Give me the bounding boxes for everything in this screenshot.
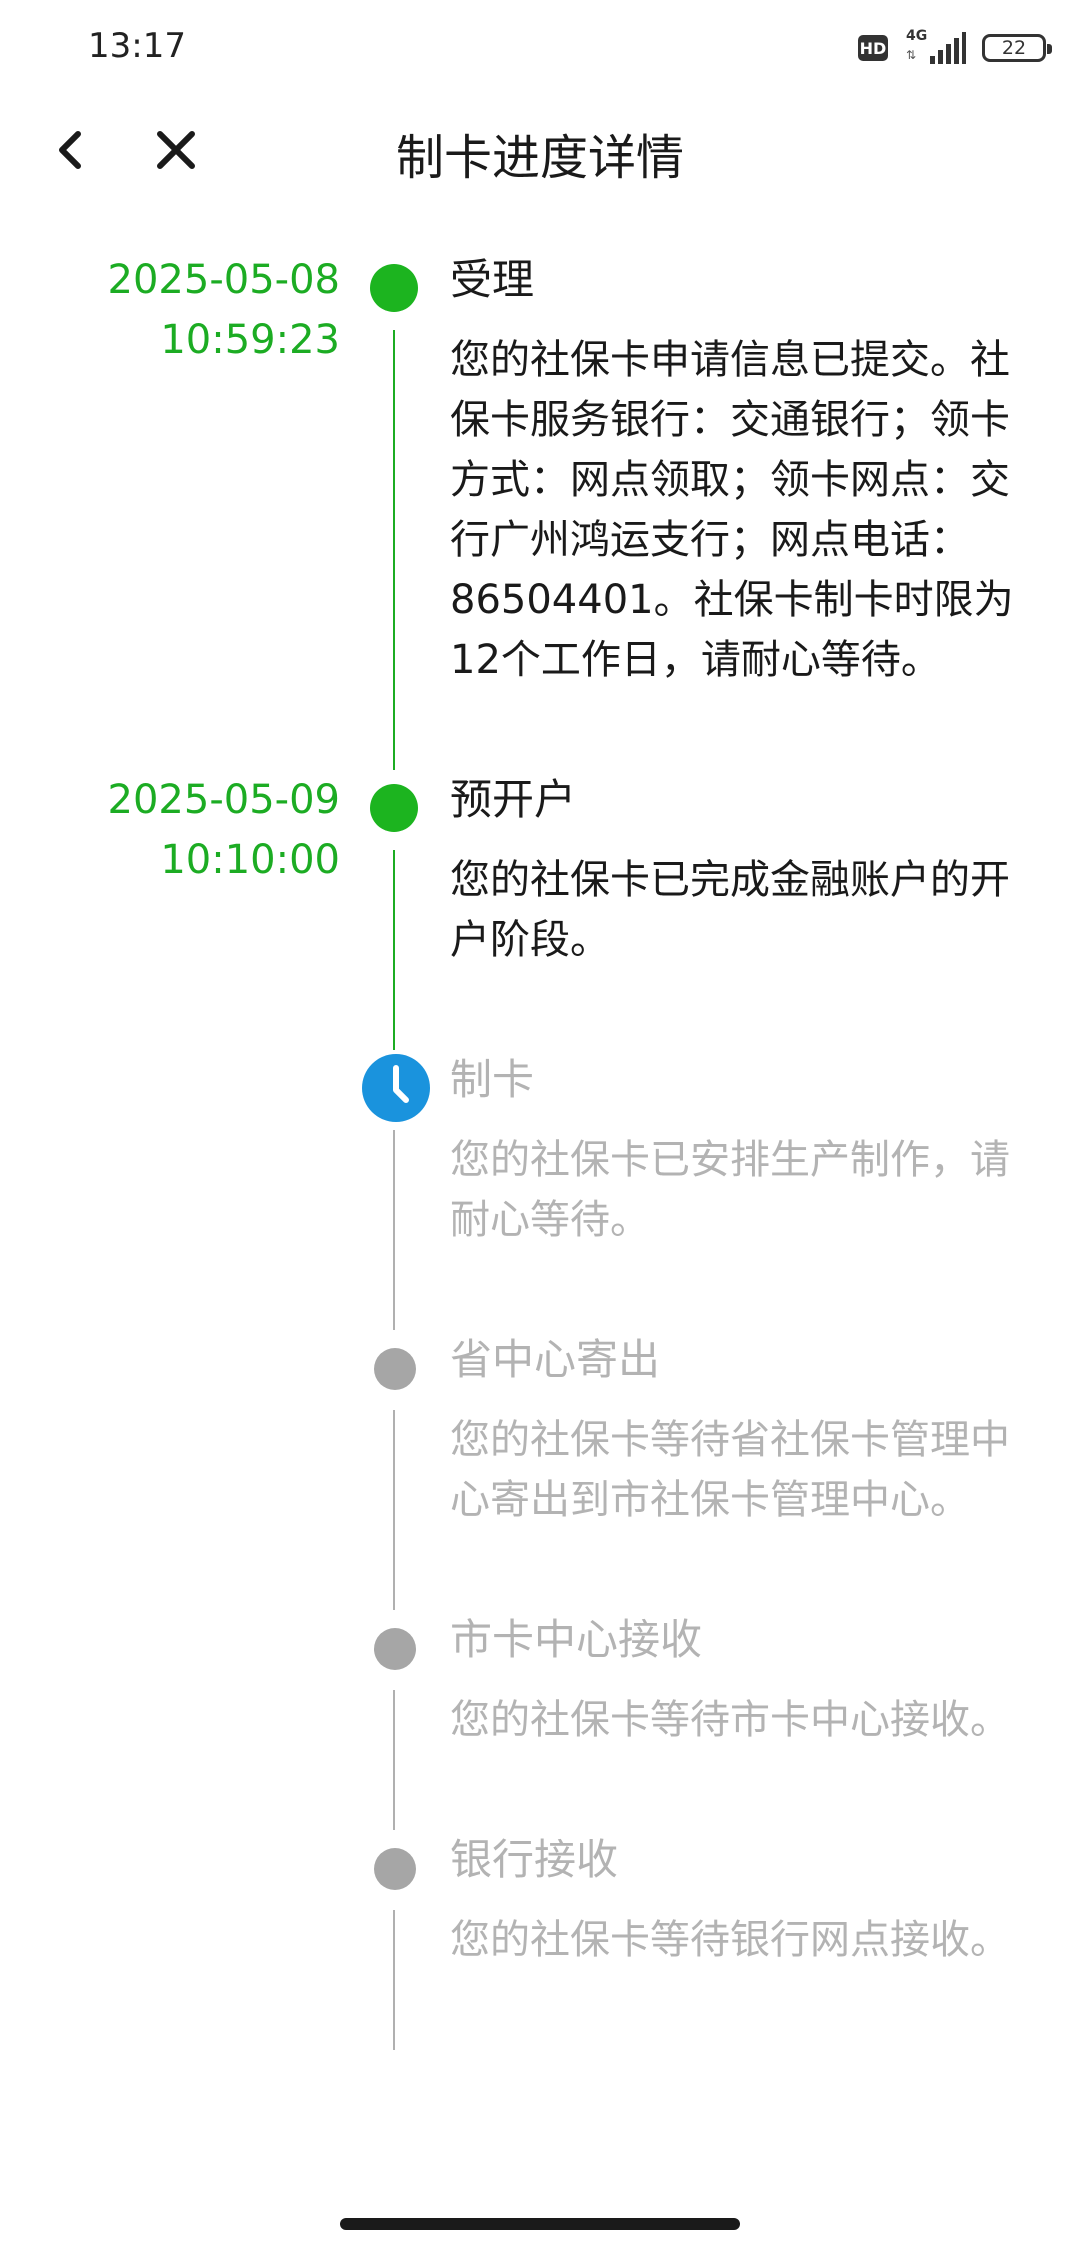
step-description: 您的社保卡等待市卡中心接收。 bbox=[450, 1697, 1010, 1743]
step-description: 您的社保卡申请信息已提交。社保卡服务银行：交通银行；领卡方式：网点领取；领卡网点… bbox=[450, 337, 1014, 683]
step-datetime bbox=[0, 1050, 340, 1330]
step-time: 10:59:23 bbox=[160, 317, 340, 363]
step-body: 制卡 您的社保卡已安排生产制作，请耐心等待。 bbox=[450, 1050, 1040, 1330]
step-body: 受理 您的社保卡申请信息已提交。社保卡服务银行：交通银行；领卡方式：网点领取；领… bbox=[450, 250, 1040, 770]
step-rail bbox=[340, 1610, 450, 1830]
status-icons: HD 4G ⇅ 22 bbox=[858, 28, 1052, 66]
step-description: 您的社保卡已安排生产制作，请耐心等待。 bbox=[450, 1137, 1010, 1243]
rail-line bbox=[393, 850, 395, 1050]
step-date: 2025-05-09 bbox=[107, 777, 340, 823]
rail-line bbox=[393, 1910, 395, 2050]
page-title: 制卡进度详情 bbox=[395, 130, 684, 186]
timeline-step-city-receive: 市卡中心接收 您的社保卡等待市卡中心接收。 bbox=[0, 1610, 1080, 1830]
step-title: 市卡中心接收 bbox=[450, 1615, 703, 1664]
status-bar: 13:17 HD 4G ⇅ 22 bbox=[0, 0, 1080, 96]
step-datetime bbox=[0, 1830, 340, 2050]
step-rail bbox=[340, 250, 450, 770]
step-body: 预开户 您的社保卡已完成金融账户的开户阶段。 bbox=[450, 770, 1040, 1050]
done-dot-icon bbox=[370, 264, 418, 312]
battery-level: 22 bbox=[1001, 37, 1027, 59]
timeline-step-province-dispatch: 省中心寄出 您的社保卡等待省社保卡管理中心寄出到市社保卡管理中心。 bbox=[0, 1330, 1080, 1610]
gesture-handle[interactable] bbox=[340, 2218, 740, 2230]
rail-line bbox=[393, 1690, 395, 1830]
signal-icon: 4G ⇅ bbox=[904, 28, 966, 66]
step-date: 2025-05-08 bbox=[107, 257, 340, 303]
timeline-step-pre-account: 2025-05-09 10:10:00 预开户 您的社保卡已完成金融账户的开户阶… bbox=[0, 770, 1080, 1050]
nav-bar: 制卡进度详情 bbox=[0, 96, 1080, 206]
step-rail bbox=[340, 1050, 450, 1330]
step-description: 您的社保卡已完成金融账户的开户阶段。 bbox=[450, 857, 1010, 963]
done-dot-icon bbox=[370, 784, 418, 832]
step-rail bbox=[340, 770, 450, 1050]
timeline-step-bank-receive: 银行接收 您的社保卡等待银行网点接收。 bbox=[0, 1830, 1080, 2050]
step-title: 受理 bbox=[450, 255, 535, 304]
step-body: 银行接收 您的社保卡等待银行网点接收。 bbox=[450, 1830, 1040, 2050]
step-description: 您的社保卡等待银行网点接收。 bbox=[450, 1917, 1010, 1963]
step-datetime: 2025-05-09 10:10:00 bbox=[0, 770, 340, 1050]
step-title: 省中心寄出 bbox=[450, 1335, 661, 1384]
rail-line bbox=[393, 1410, 395, 1610]
step-time: 10:10:00 bbox=[160, 837, 340, 883]
pending-dot-icon bbox=[374, 1348, 416, 1390]
pending-dot-icon bbox=[374, 1848, 416, 1890]
rail-line bbox=[393, 330, 395, 770]
pending-dot-icon bbox=[374, 1628, 416, 1670]
signal-bars-icon bbox=[930, 32, 966, 64]
battery-icon: 22 bbox=[982, 34, 1052, 62]
status-time: 13:17 bbox=[88, 26, 186, 66]
progress-timeline: 2025-05-08 10:59:23 受理 您的社保卡申请信息已提交。社保卡服… bbox=[0, 250, 1080, 2050]
timeline-step-card-production: 制卡 您的社保卡已安排生产制作，请耐心等待。 bbox=[0, 1050, 1080, 1330]
step-rail bbox=[340, 1830, 450, 2050]
step-datetime bbox=[0, 1330, 340, 1610]
step-body: 省中心寄出 您的社保卡等待省社保卡管理中心寄出到市社保卡管理中心。 bbox=[450, 1330, 1040, 1610]
hd-icon: HD bbox=[858, 35, 888, 61]
step-datetime: 2025-05-08 10:59:23 bbox=[0, 250, 340, 770]
clock-icon bbox=[362, 1054, 430, 1122]
step-title: 银行接收 bbox=[450, 1835, 619, 1884]
step-description: 您的社保卡等待省社保卡管理中心寄出到市社保卡管理中心。 bbox=[450, 1417, 1010, 1523]
rail-line bbox=[393, 1130, 395, 1330]
step-datetime bbox=[0, 1610, 340, 1830]
step-title: 预开户 bbox=[450, 775, 577, 824]
step-body: 市卡中心接收 您的社保卡等待市卡中心接收。 bbox=[450, 1610, 1040, 1830]
step-title: 制卡 bbox=[450, 1055, 535, 1104]
timeline-step-accepted: 2025-05-08 10:59:23 受理 您的社保卡申请信息已提交。社保卡服… bbox=[0, 250, 1080, 770]
step-rail bbox=[340, 1330, 450, 1610]
